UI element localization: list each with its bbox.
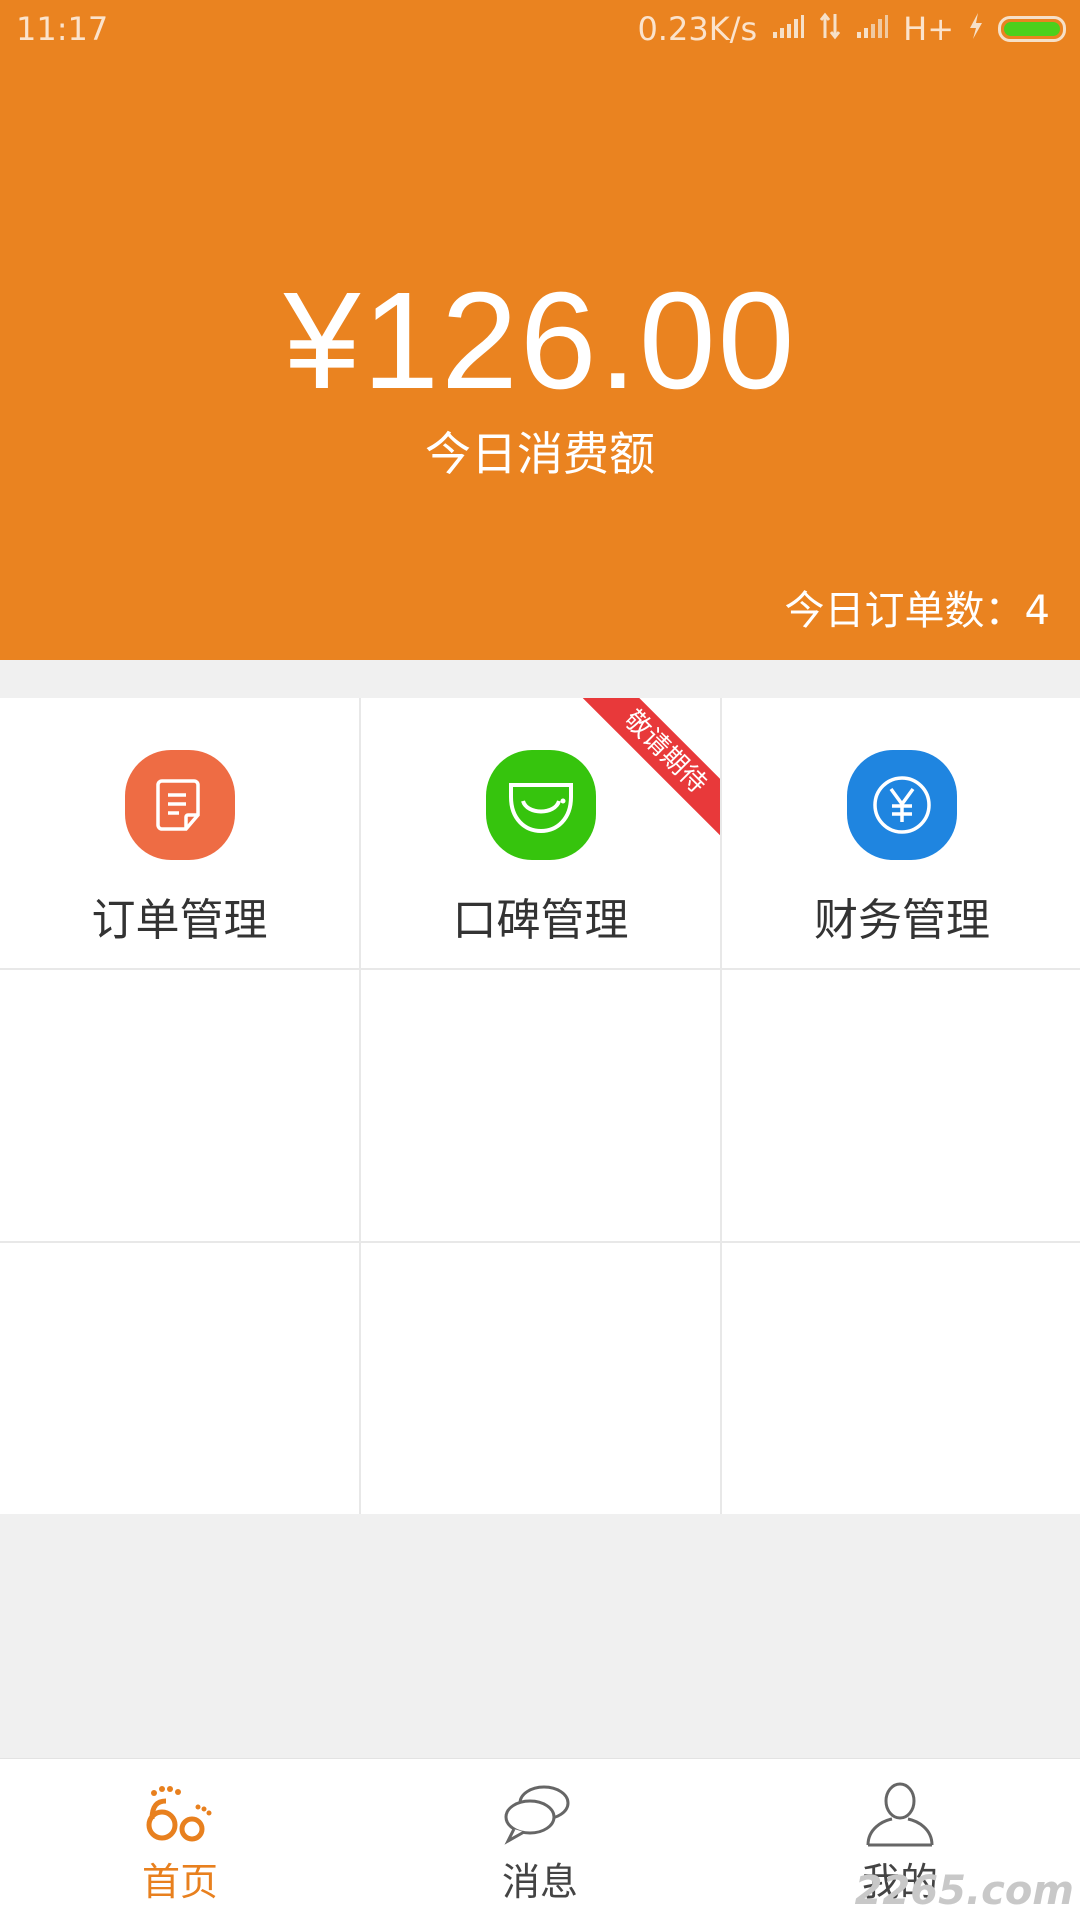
signal-icon [855, 10, 889, 48]
smile-bag-icon [485, 750, 596, 860]
tab-label: 消息 [501, 1860, 578, 1904]
feature-label: 口碑管理 [452, 895, 629, 946]
network-type: H+ [903, 10, 954, 48]
status-right: 0.23K/s H+ [637, 10, 1066, 48]
status-bar: 11:17 0.23K/s H+ [0, 0, 1080, 62]
battery-icon [998, 16, 1066, 42]
network-speed: 0.23K/s [637, 10, 758, 48]
order-management-button[interactable]: 订单管理 [0, 698, 359, 968]
empty-grid-cell [361, 970, 720, 1241]
document-icon [124, 750, 235, 860]
signal-icon [771, 10, 805, 48]
chat-bubbles-icon [500, 1779, 580, 1849]
coming-soon-ribbon: 敬请期待 [576, 698, 720, 841]
empty-grid-cell [722, 970, 1080, 1241]
empty-grid-cell [0, 970, 359, 1241]
feature-grid: 订单管理 敬请期待 口碑管理 财务管理 [0, 698, 1080, 1514]
feature-label: 财务管理 [814, 895, 990, 946]
tab-home[interactable]: 首页 [0, 1759, 360, 1921]
today-amount-label: 今日消费额 [425, 427, 655, 481]
summary-header: 11:17 0.23K/s H+ ¥126.00 今日消费额 今日订单数：4 [0, 0, 1080, 660]
site-watermark: 2265.com [854, 1868, 1074, 1914]
status-time: 11:17 [16, 10, 109, 48]
today-order-count: 今日订单数：4 [784, 588, 1050, 634]
tab-messages[interactable]: 消息 [360, 1759, 720, 1921]
footprint-logo-icon [140, 1779, 220, 1849]
charging-icon [968, 10, 984, 48]
empty-grid-cell [0, 1243, 359, 1514]
finance-management-button[interactable]: 财务管理 [722, 698, 1080, 968]
tab-label: 首页 [141, 1860, 218, 1904]
reputation-management-button[interactable]: 敬请期待 口碑管理 [361, 698, 720, 968]
user-profile-icon [860, 1779, 940, 1849]
yen-coin-icon [847, 750, 957, 860]
empty-grid-cell [722, 1243, 1080, 1514]
today-amount: ¥126.00 [283, 264, 797, 418]
feature-label: 订单管理 [91, 895, 268, 946]
data-transfer-icon [819, 10, 841, 48]
empty-grid-cell [361, 1243, 720, 1514]
